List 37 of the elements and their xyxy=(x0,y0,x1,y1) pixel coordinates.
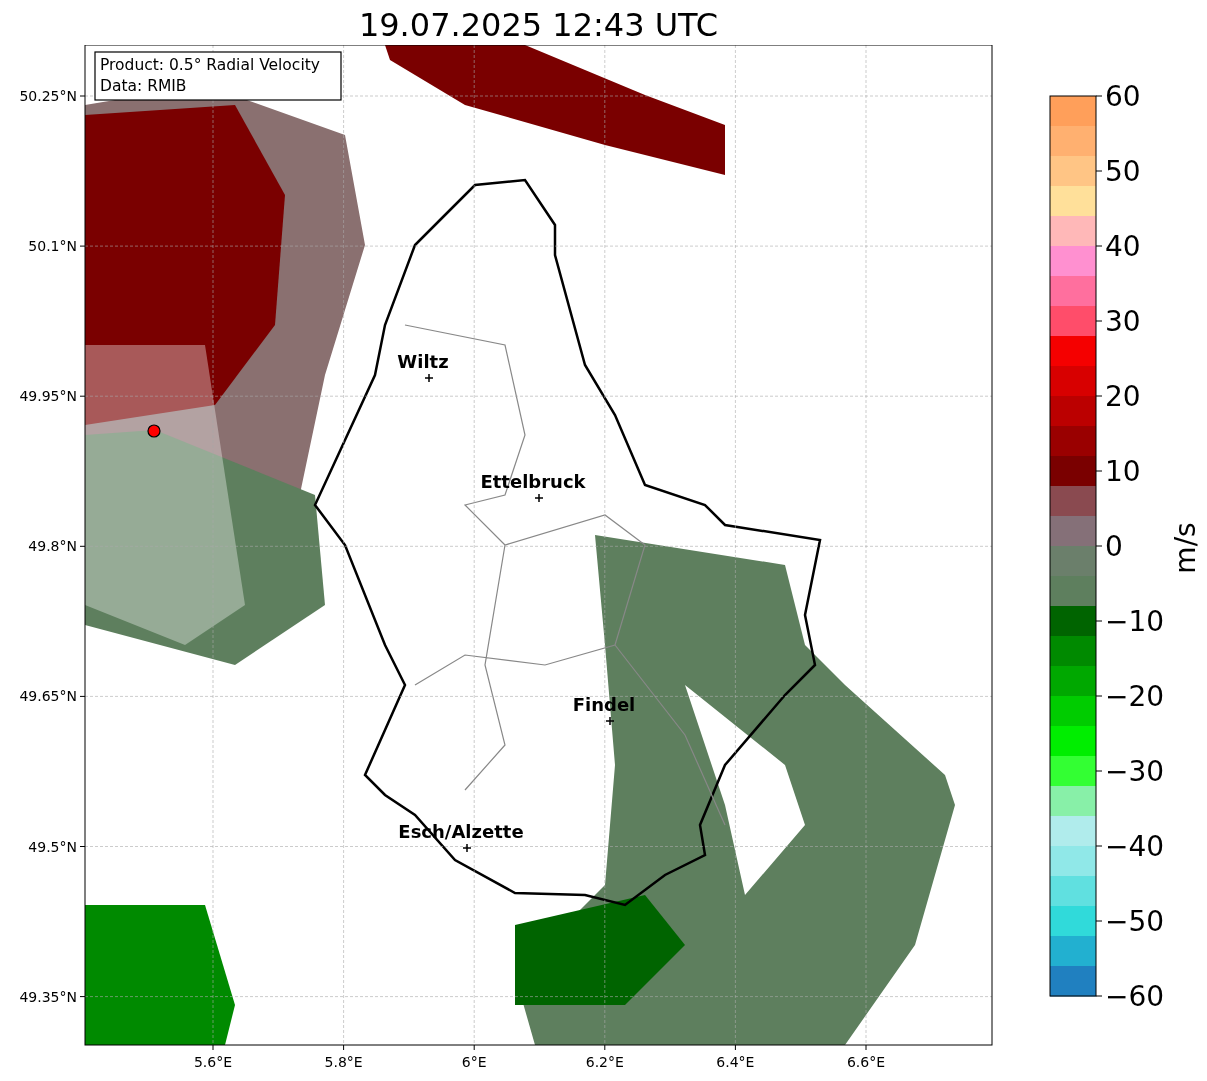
city-label: Ettelbruck xyxy=(480,471,586,492)
colorbar-tick-label: 20 xyxy=(1105,380,1141,413)
colorbar-tick-label: −10 xyxy=(1105,605,1165,638)
colorbar-tick-label: 40 xyxy=(1105,230,1141,263)
axis-tick-label: 49.65°N xyxy=(19,688,77,705)
axis-tick-label: 5.6°E xyxy=(193,1054,233,1070)
axis-tick-label: 49.5°N xyxy=(28,838,77,855)
city-marker-icon xyxy=(462,843,472,853)
axis-tick-label: 6°E xyxy=(461,1054,487,1070)
city-marker-icon xyxy=(424,373,434,383)
chart-title: 19.07.2025 12:43 UTC xyxy=(357,5,720,45)
axis-tick-label: 50.25°N xyxy=(19,88,77,104)
axis-tick-label: 6.4°E xyxy=(716,1054,755,1070)
colorbar-label: m/s xyxy=(1169,522,1202,574)
axis-tick-label: 49.35°N xyxy=(19,988,77,1005)
radar-site-icon xyxy=(147,424,161,438)
axis-tick-label: 6.2°E xyxy=(585,1054,624,1070)
axis-tick-label: 6.6°E xyxy=(846,1054,886,1070)
colorbar-tick-label: 50 xyxy=(1105,155,1141,188)
axis-tick-label: 49.8°N xyxy=(28,538,77,555)
info-text: Product: 0.5° Radial Velocity xyxy=(100,56,320,74)
colorbar-tick-label: 60 xyxy=(1105,80,1141,113)
city-marker-icon xyxy=(534,493,544,503)
colorbar-tick-label: 0 xyxy=(1105,530,1123,563)
axis-tick-label: 50.1°N xyxy=(28,238,77,255)
colorbar-tick-label: −50 xyxy=(1105,905,1165,938)
city-label: Wiltz xyxy=(397,351,449,372)
colorbar-tick-label: −20 xyxy=(1105,680,1165,713)
info-text: Data: RMIB xyxy=(100,77,187,95)
city-marker-icon xyxy=(605,716,615,726)
colorbar-tick-label: 10 xyxy=(1105,455,1141,488)
colorbar-tick-label: −60 xyxy=(1105,980,1165,1013)
axis-tick-label: 5.8°E xyxy=(324,1054,363,1070)
colorbar-tick-label: −40 xyxy=(1105,830,1165,863)
colorbar-tick-label: −30 xyxy=(1105,755,1165,788)
colorbar-tick-label: 30 xyxy=(1105,305,1141,338)
axis-tick-label: 49.95°N xyxy=(19,388,77,405)
